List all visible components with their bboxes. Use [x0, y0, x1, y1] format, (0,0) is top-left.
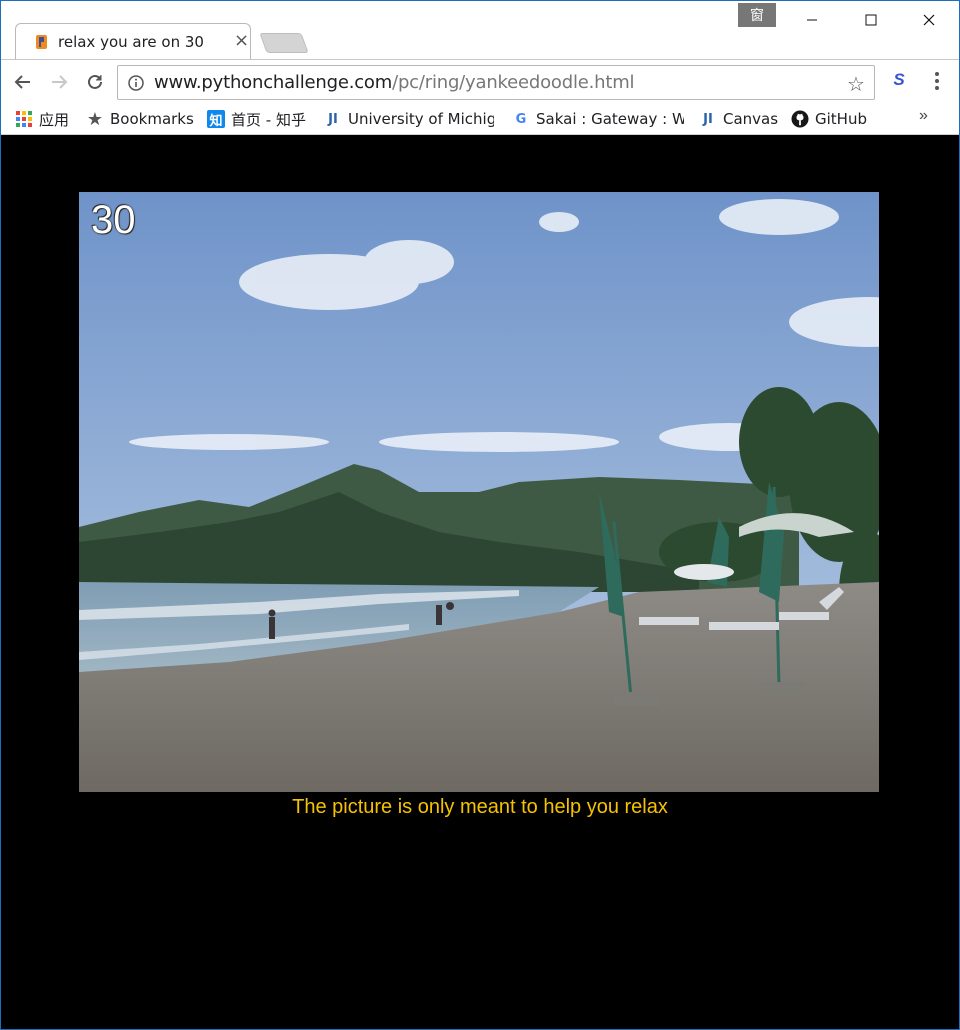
more-menu-icon[interactable] — [925, 72, 949, 96]
bookmark-label: 首页 - 知乎 — [231, 110, 306, 129]
bookmarks-bar: 应用 ★ Bookmarks 知 首页 - 知乎 JI University o… — [1, 103, 959, 135]
more-bookmarks-icon[interactable]: » — [919, 107, 928, 125]
url-path: /pc/ring/yankeedoodle.html — [392, 72, 635, 93]
new-tab-button[interactable] — [259, 33, 309, 53]
bookmark-bookmarks[interactable]: ★ Bookmarks — [86, 108, 196, 130]
photo-caption: The picture is only meant to help you re… — [292, 796, 668, 818]
bookmark-label: Bookmarks — [110, 110, 194, 128]
page-content: 30 The picture is only meant to help you… — [2, 136, 958, 1029]
browser-window: relax you are on 30 × 窗 www.pythonchalle… — [0, 0, 960, 1030]
close-icon — [923, 14, 935, 26]
level-number: 30 — [91, 198, 136, 242]
bookmark-apps[interactable]: 应用 — [15, 108, 77, 130]
arrow-left-icon — [14, 75, 30, 89]
zhihu-icon: 知 — [207, 110, 225, 129]
python-challenge-favicon-icon — [36, 35, 47, 49]
star-icon: ★ — [86, 108, 104, 130]
reload-button[interactable] — [81, 68, 109, 96]
ji-icon: JI — [328, 111, 338, 127]
bookmark-label: Canvas — [723, 110, 779, 128]
maximize-button[interactable] — [851, 5, 891, 35]
tab-active[interactable]: relax you are on 30 × — [15, 23, 251, 61]
github-icon — [791, 110, 809, 128]
google-icon: G — [515, 111, 527, 127]
extension-icon[interactable]: S — [887, 70, 911, 94]
title-bar: relax you are on 30 × 窗 — [1, 1, 959, 61]
beach-photo: 30 — [79, 192, 879, 792]
bookmark-canvas[interactable]: JI Canvas — [699, 108, 779, 130]
bookmark-label: Sakai : Gateway : We — [536, 110, 684, 128]
minimize-icon — [807, 19, 817, 21]
bookmark-label: University of Michig — [348, 110, 494, 128]
arrow-right-icon — [52, 75, 68, 89]
bookmark-zhihu[interactable]: 知 首页 - 知乎 — [207, 108, 315, 130]
back-button[interactable] — [9, 68, 37, 96]
bookmark-star-icon[interactable]: ☆ — [847, 72, 865, 97]
bookmark-label: GitHub — [815, 110, 867, 128]
bookmark-university-of-michigan[interactable]: JI University of Michig — [324, 108, 494, 130]
tab-title: relax you are on 30 — [58, 33, 204, 51]
tab-close-icon[interactable]: × — [234, 30, 249, 51]
address-bar[interactable]: www.pythonchallenge.com/pc/ring/yankeedo… — [117, 65, 875, 100]
forward-button[interactable] — [45, 68, 73, 96]
minimize-button[interactable] — [792, 5, 832, 35]
url-host: www.pythonchallenge.com — [154, 72, 393, 93]
url-text[interactable]: www.pythonchallenge.com/pc/ring/yankeedo… — [154, 72, 635, 93]
bookmark-label: 应用 — [39, 110, 70, 129]
bookmark-github[interactable]: GitHub — [791, 108, 881, 130]
apps-grid-icon — [16, 111, 32, 127]
maximize-icon — [865, 14, 877, 26]
ji-icon: JI — [703, 111, 713, 127]
ime-badge: 窗 — [738, 3, 776, 27]
info-icon[interactable] — [128, 75, 144, 91]
close-window-button[interactable] — [909, 5, 949, 35]
bookmark-sakai[interactable]: G Sakai : Gateway : We — [512, 108, 684, 130]
reload-icon — [88, 74, 102, 89]
browser-toolbar: www.pythonchallenge.com/pc/ring/yankeedo… — [1, 59, 959, 103]
beach-scene-image — [79, 192, 879, 792]
